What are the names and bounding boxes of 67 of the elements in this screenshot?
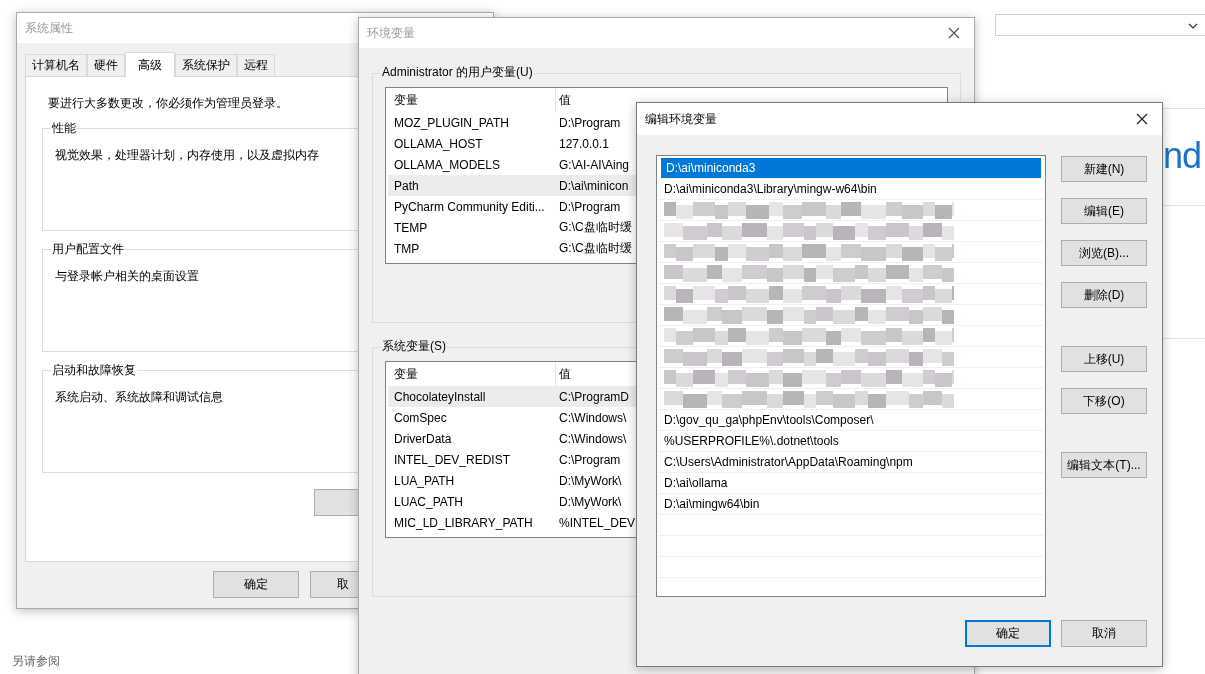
table-cell-text: DriverData bbox=[393, 431, 453, 446]
group-title: 性能 bbox=[51, 121, 77, 136]
tab[interactable]: 系统保护 bbox=[175, 54, 237, 76]
dialog-button[interactable]: 新建(N) bbox=[1061, 156, 1147, 182]
dialog-button[interactable]: 下移(O) bbox=[1061, 388, 1147, 414]
window-title: 编辑环境变量 bbox=[645, 110, 717, 128]
table-cell-text: TMP bbox=[393, 241, 421, 256]
table-cell-text: D:\Program bbox=[558, 199, 621, 214]
table-cell-text: ComSpec bbox=[393, 410, 448, 425]
column-header[interactable]: 值 bbox=[556, 91, 571, 109]
logo-text: nd bbox=[1163, 134, 1202, 178]
table-cell-text: C:\Windows\ bbox=[558, 431, 627, 446]
table-cell-text: Path bbox=[393, 178, 420, 193]
list-item[interactable]: D:\ai\ollama bbox=[659, 473, 1043, 494]
table-cell-text: MIC_LD_LIBRARY_PATH bbox=[393, 515, 534, 530]
column-header[interactable]: 变量 bbox=[388, 88, 556, 112]
table-cell-text: TEMP bbox=[393, 220, 429, 235]
group-description: 视觉效果，处理器计划，内存使用，以及虚拟内存 bbox=[55, 147, 319, 164]
window-title: 环境变量 bbox=[367, 24, 415, 42]
table-cell-text: MOZ_PLUGIN_PATH bbox=[393, 115, 510, 130]
dialog-button[interactable]: 确定 bbox=[965, 620, 1051, 647]
section-heading: 另请参阅 bbox=[12, 653, 60, 670]
table-cell-text: PyCharm Community Editi... bbox=[393, 199, 546, 214]
group-title: Administrator 的用户变量(U) bbox=[381, 65, 534, 80]
table-cell-text: ChocolateyInstall bbox=[393, 389, 487, 404]
tab[interactable]: 计算机名 bbox=[25, 54, 87, 76]
table-cell-text: LUA_PATH bbox=[393, 473, 456, 488]
group-description: 与登录帐户相关的桌面设置 bbox=[55, 268, 199, 285]
table-cell-text: G:\C盘临时缓 bbox=[558, 219, 632, 236]
dialog-button[interactable]: 确定 bbox=[213, 571, 299, 598]
column-header[interactable]: 值 bbox=[556, 365, 571, 383]
table-cell-text: LUAC_PATH bbox=[393, 494, 464, 509]
dialog-button[interactable]: 取消 bbox=[1061, 620, 1147, 647]
group-title: 启动和故障恢复 bbox=[51, 363, 137, 378]
table-cell-text: D:\ai\minicon bbox=[558, 178, 629, 193]
list-item[interactable]: D:\ai\miniconda3 bbox=[661, 158, 1041, 179]
table-cell-text: C:\Windows\ bbox=[558, 410, 627, 425]
table-cell-text: %INTEL_DEV bbox=[558, 515, 636, 530]
table-cell-text: C:\Program bbox=[558, 452, 621, 467]
dialog-button[interactable]: 上移(U) bbox=[1061, 346, 1147, 372]
table-cell-text: 127.0.0.1 bbox=[558, 136, 610, 151]
table-cell-text: D:\MyWork\ bbox=[558, 473, 622, 488]
table-cell-text: INTEL_DEV_REDIST bbox=[393, 452, 512, 467]
table-cell-text: G:\C盘临时缓 bbox=[558, 240, 632, 257]
list-item[interactable]: C:\Users\Administrator\AppData\Roaming\npm bbox=[659, 452, 1043, 473]
list-item[interactable]: D:\gov_qu_ga\phpEnv\tools\Composer\ bbox=[659, 410, 1043, 431]
table-cell-text: C:\ProgramD bbox=[558, 389, 629, 404]
dialog-button[interactable]: 删除(D) bbox=[1061, 282, 1147, 308]
tab[interactable]: 远程 bbox=[237, 54, 275, 76]
notice-text: 要进行大多数更改，你必须作为管理员登录。 bbox=[48, 95, 288, 112]
group-title: 系统变量(S) bbox=[381, 339, 447, 354]
table-cell-text: OLLAMA_HOST bbox=[393, 136, 484, 151]
tab[interactable]: 硬件 bbox=[87, 54, 125, 76]
dialog-button[interactable]: 编辑文本(T)... bbox=[1061, 452, 1147, 478]
dialog-button[interactable]: 编辑(E) bbox=[1061, 198, 1147, 224]
table-cell-text: G:\AI-AI\Aing bbox=[558, 157, 630, 172]
list-item[interactable]: D:\ai\miniconda3\Library\mingw-w64\bin bbox=[659, 179, 1043, 200]
table-cell-text: OLLAMA_MODELS bbox=[393, 157, 502, 172]
tab[interactable]: 高级 bbox=[125, 52, 175, 77]
dialog-button[interactable]: 浏览(B)... bbox=[1061, 240, 1147, 266]
group-description: 系统启动、系统故障和调试信息 bbox=[55, 389, 223, 406]
list-item[interactable]: %USERPROFILE%\.dotnet\tools bbox=[659, 431, 1043, 452]
table-cell-text: D:\MyWork\ bbox=[558, 494, 622, 509]
group-title: 用户配置文件 bbox=[51, 242, 125, 257]
list-item[interactable]: D:\ai\mingw64\bin bbox=[659, 494, 1043, 515]
table-cell-text: D:\Program bbox=[558, 115, 621, 130]
window-title: 系统属性 bbox=[25, 19, 73, 37]
